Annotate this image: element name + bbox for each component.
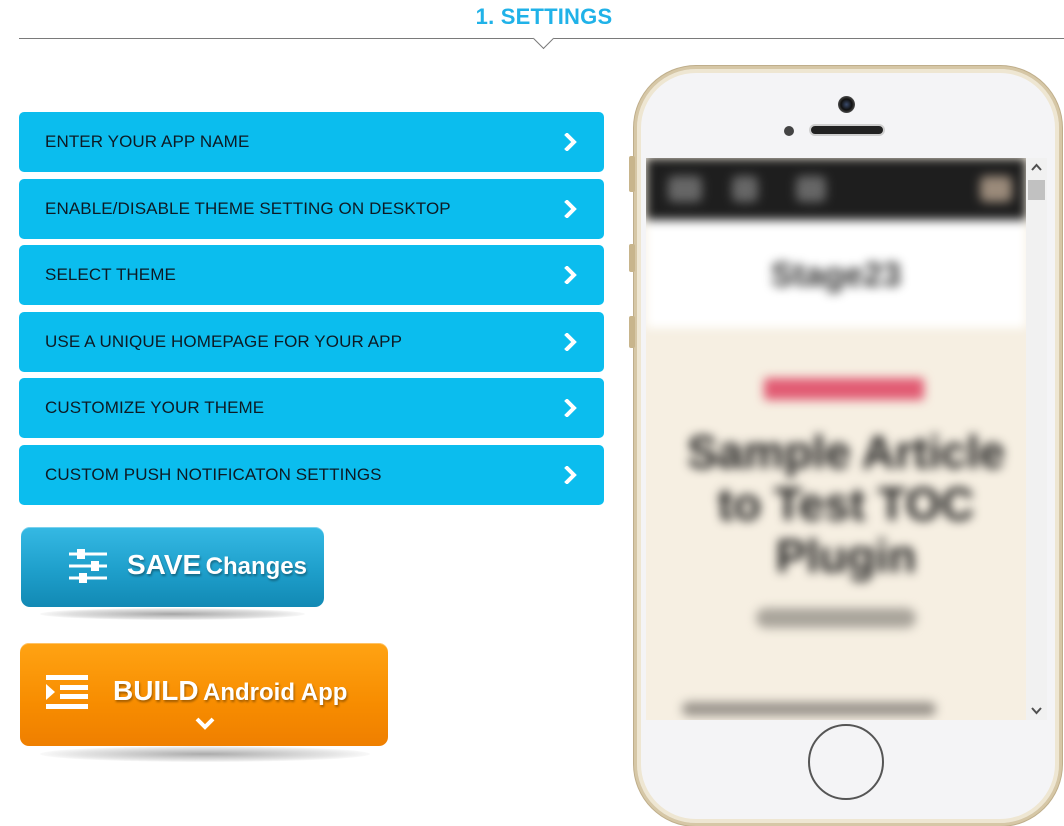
- menu-item-label: ENABLE/DISABLE THEME SETTING ON DESKTOP: [45, 198, 451, 218]
- phone-camera: [838, 96, 855, 113]
- menu-item-label: USE A UNIQUE HOMEPAGE FOR YOUR APP: [45, 331, 403, 351]
- menu-item-unique-homepage[interactable]: USE A UNIQUE HOMEPAGE FOR YOUR APP: [19, 311, 604, 372]
- dashboard-icon: [796, 176, 826, 202]
- edit-icon: [732, 176, 758, 202]
- chevron-right-icon: [564, 399, 577, 418]
- chevron-down-icon: [195, 717, 215, 730]
- section-heading: 1. SETTINGS: [475, 4, 613, 29]
- phone-volume-down: [629, 316, 635, 348]
- build-android-app-button[interactable]: BUILD Android App: [20, 643, 388, 746]
- phone-mute-switch: [629, 156, 635, 192]
- preview-scrollbar[interactable]: [1026, 158, 1047, 720]
- chevron-right-icon: [564, 199, 577, 218]
- menu-item-select-theme[interactable]: SELECT THEME: [19, 245, 604, 306]
- menu-item-label: SELECT THEME: [45, 265, 176, 285]
- preview-content: Stage23 Sample Article to Test TOC Plugi…: [646, 158, 1026, 720]
- build-button-shadow: [40, 746, 370, 762]
- preview-category-tag: [764, 378, 924, 400]
- chevron-right-icon: [564, 332, 577, 351]
- preview-logo: Stage23: [770, 256, 902, 294]
- phone-speaker: [811, 126, 883, 134]
- preview-article-title: Sample Article to Test TOC Plugin: [687, 426, 1005, 582]
- preview-text-line: [682, 702, 936, 716]
- settings-menu: ENTER YOUR APP NAME ENABLE/DISABLE THEME…: [19, 112, 604, 512]
- menu-item-label: CUSTOMIZE YOUR THEME: [45, 398, 265, 418]
- menu-item-desktop-theme[interactable]: ENABLE/DISABLE THEME SETTING ON DESKTOP: [19, 178, 604, 239]
- phone-volume-up: [629, 244, 635, 272]
- build-button-rest: Android App: [203, 679, 348, 706]
- divider-notch: [532, 27, 555, 50]
- scrollbar-thumb[interactable]: [1028, 180, 1045, 200]
- build-button-strong: BUILD: [113, 675, 199, 706]
- menu-item-label: CUSTOM PUSH NOTIFICATON SETTINGS: [45, 464, 382, 484]
- phone-sensor: [784, 126, 794, 136]
- save-changes-button[interactable]: SAVE Changes: [21, 527, 324, 607]
- save-button-rest: Changes: [205, 553, 307, 580]
- chevron-right-icon: [564, 266, 577, 285]
- preview-meta: [756, 608, 916, 628]
- menu-item-label: ENTER YOUR APP NAME: [45, 132, 250, 151]
- phone-home-button: [808, 724, 884, 800]
- app-preview-screen[interactable]: Stage23 Sample Article to Test TOC Plugi…: [646, 158, 1047, 720]
- save-button-label: SAVE Changes: [127, 549, 307, 581]
- save-button-strong: SAVE: [127, 549, 202, 580]
- indent-list-icon: [46, 675, 88, 709]
- build-button-label: BUILD Android App: [113, 675, 347, 707]
- scroll-up-arrow-icon[interactable]: [1026, 158, 1047, 178]
- menu-item-customize-theme[interactable]: CUSTOMIZE YOUR THEME: [19, 378, 604, 439]
- menu-item-app-name[interactable]: ENTER YOUR APP NAME: [19, 112, 604, 172]
- home-icon: [668, 176, 702, 202]
- chevron-right-icon: [564, 465, 577, 484]
- preview-top-bar: [646, 158, 1026, 220]
- scroll-down-arrow-icon[interactable]: [1026, 700, 1047, 720]
- sliders-icon: [69, 549, 107, 583]
- menu-item-push-notifications[interactable]: CUSTOM PUSH NOTIFICATON SETTINGS: [19, 444, 604, 505]
- avatar: [980, 176, 1012, 202]
- save-button-shadow: [40, 608, 305, 620]
- chevron-right-icon: [564, 133, 577, 151]
